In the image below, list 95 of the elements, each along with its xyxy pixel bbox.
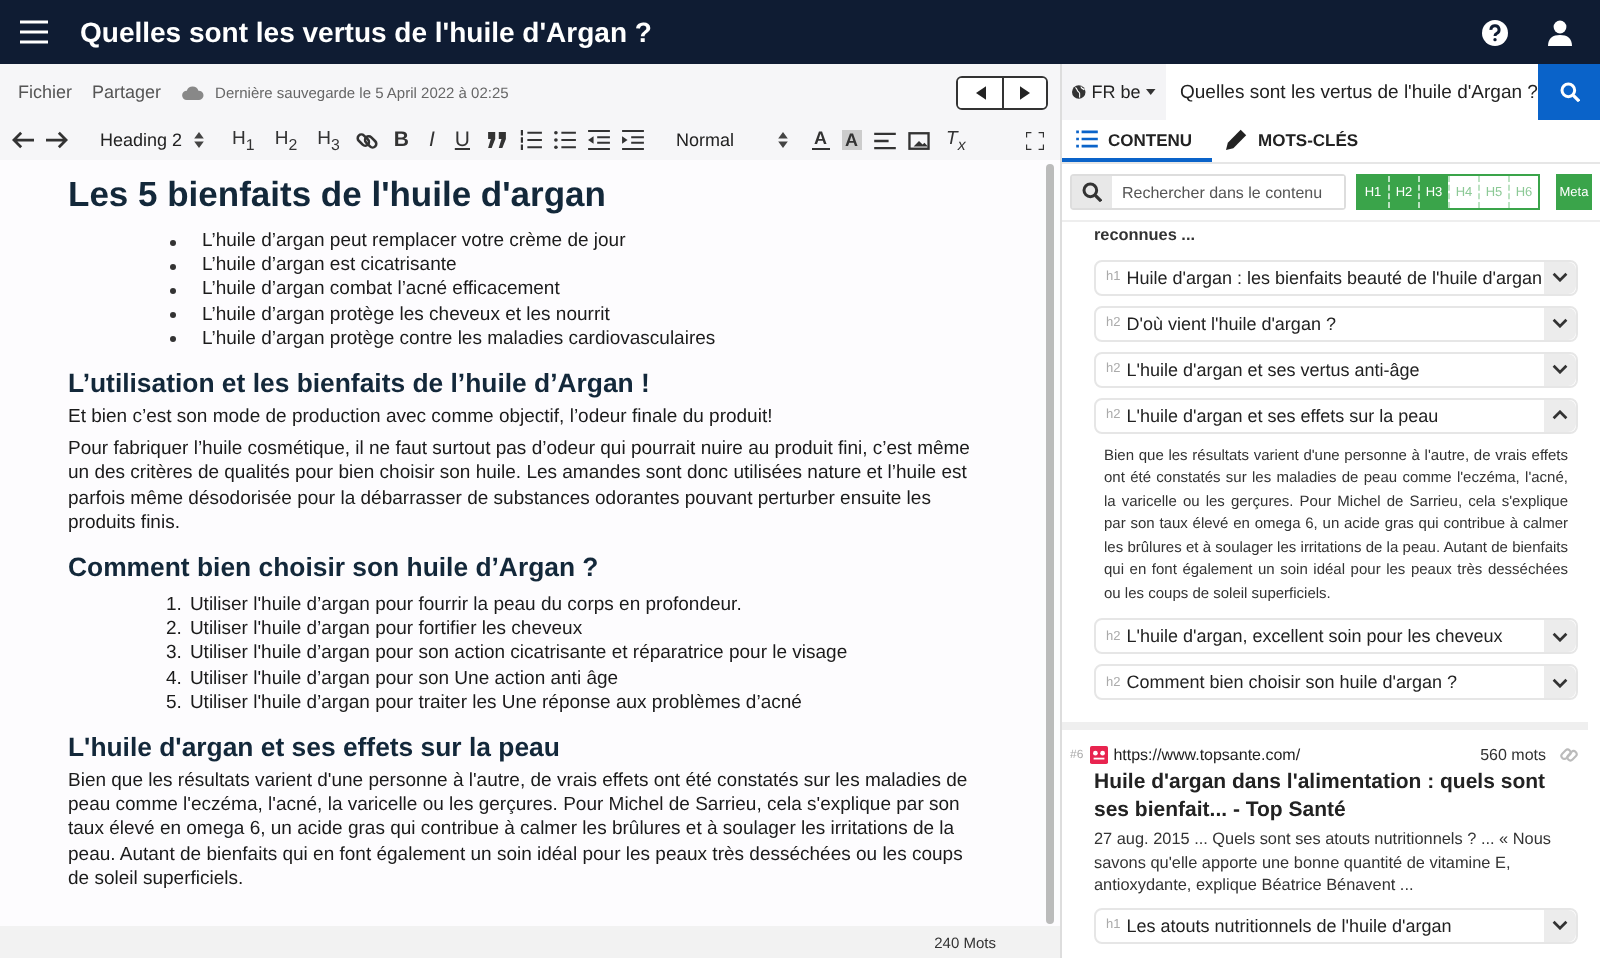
updown-icon [778,132,789,148]
caret-left-icon [975,85,985,99]
color-button[interactable]: A [812,130,830,150]
document-title: Quelles sont les vertus de l'huile d'Argan ? [80,16,652,48]
paragraph: Pour fabriquer l’huile cosmétique, il ne faut surtout pas d’odeur qui pourrait nuire au produit fini, c’est même un des critères de qualités pour bien choisir son huile. Les amandes sont donc utilisées nature et l’huile est parfois même désodorisée pour la débarrasser de substances odorantes pouvant perturber ensuite les produits finis. [68,438,972,537]
link-icon[interactable] [355,129,378,151]
result-title[interactable]: Huile d'argan dans l'alimentation : quels sont ses bienfait... - Top Santé [1094,770,1578,824]
help-icon[interactable] [1482,19,1508,45]
list-number: 2. [166,618,182,641]
list-icon [1076,130,1098,148]
bullet-icon [170,336,176,343]
search-icon [1559,82,1579,102]
list-item: Utiliser l'huile d’argan pour traiter les Une réponse aux problèmes d’acné [189,691,802,714]
format-button[interactable]: B [389,128,413,152]
indent-icon[interactable] [622,130,644,150]
next-button[interactable] [1002,77,1046,107]
list-item: Utiliser l'huile d’argan pour son Une action anti âge [189,667,619,690]
outdent-icon[interactable] [588,130,610,150]
query-field[interactable]: Quelles sont les vertus de l'huile d'Argan ? [1166,64,1538,120]
result-url[interactable]: https://www.topsante.com/ [1113,746,1301,764]
bullet-list-icon[interactable] [554,130,576,150]
list-item: L’huile d’argan protège les cheveux et les nourrit [202,303,610,328]
list-item: L’huile d’argan combat l’acné efficacement [202,278,560,304]
caret-down-icon [1146,88,1156,96]
menu-item[interactable]: Fichier [18,82,73,102]
numbered-list-icon[interactable] [520,130,542,150]
tab[interactable]: MOTS-CLÉS [1212,120,1379,162]
list-number: 4. [166,667,182,690]
heading-button[interactable]: H$_{2}$ [270,127,302,153]
list-item: Utiliser l'huile d’argan pour son action cicatrisante et réparatrice pour le visage [189,642,848,665]
heading: Comment bien choisir son huile d’Argan ? [68,552,601,585]
list-number: 5. [166,691,182,714]
paragraph: Et bien c’est son mode de production avec comme objectif, l’odeur finale du produit! [68,406,775,431]
outline-heading: Huile d'argan : les bienfaits beauté de l'huile d'argan [1126,267,1544,287]
menu-item[interactable]: Partager [92,82,162,102]
tab[interactable]: CONTENU [1062,120,1213,162]
undo-icon[interactable] [12,130,34,150]
menu-icon[interactable] [20,20,48,44]
heading-button[interactable]: H$_{3}$ [313,127,344,153]
format-button[interactable]: I [424,128,439,152]
outline-heading: L'huile d'argan et ses vertus anti-âge [1126,359,1422,379]
scrollbar-thumb[interactable] [1046,164,1054,924]
chevron-down-icon [1552,364,1568,374]
outline-heading: Comment bien choisir son huile d'argan ? [1126,672,1460,692]
list-item: L’huile d’argan est cicatrisante [202,254,457,279]
locale-select[interactable]: FR be [1062,64,1166,120]
size-select[interactable]: Normal [656,130,801,150]
outline-heading: L'huile d'argan et ses effets sur la peau [1126,405,1441,425]
list-item: Utiliser l'huile d’argan pour fourrir la peau du corps en profondeur. [189,594,742,617]
globe-icon [1072,82,1086,102]
previous-button[interactable] [958,77,1002,107]
list-item: L’huile d’argan protège contre les maladies cardiovasculaires [202,327,716,353]
list-item: Utiliser l'huile d’argan pour fortifier les cheveux [189,618,583,641]
cloud-icon [181,85,204,99]
heading-button[interactable]: H$_{1}$ [228,127,259,153]
chevron-down-icon [1552,631,1568,641]
redo-icon[interactable] [46,130,68,150]
heading: Les 5 bienfaits de l'huile d'argan [68,172,608,216]
content-search-field[interactable]: Rechercher dans le contenu [1070,174,1346,210]
updown-icon [194,132,205,148]
chevron-down-icon [1552,920,1568,930]
outline-heading: L'huile d'argan, excellent soin pour les cheveux [1126,626,1505,646]
chevron-up-icon [1552,410,1568,420]
outline-heading: Les atouts nutritionnels de l'huile d'argan [1126,915,1454,935]
result-snippet: 27 aug. 2015 ... Quels sont ses atouts nutritionnels ? ... « Nous savons qu'elle apporte une bonne quantité de vitamine E, antioxydante, explique Béatrice Bénavent ... [1094,828,1553,897]
heading: L'huile d'argan et ses effets sur la peau [68,732,562,765]
format-button[interactable]: U [450,128,474,152]
image-icon[interactable] [908,131,931,149]
paragraph: Bien que les résultats varient d'une personne à l'autre, de vrais effets ont été constatés sur les maladies de peau comme l'eczéma, l'acné, la varicelle ou les gerçures. Pour Michel de Sarrieu, cela s'explique par son taux élevé en omega 6, un acide gras qui contribue à calmer les brûlures et à soulager les irritations de la peau. Autant de bienfaits qui en font également un soin idéal pour les peaux très desséchées ou les coups de soleil superficiels. [68,770,970,893]
bullet-icon [170,239,176,246]
list-number: 3. [166,642,182,665]
chevron-down-icon [1552,272,1568,282]
bullet-icon [170,288,176,294]
outline-heading: D'où vient l'huile d'argan ? [1126,313,1338,333]
chevron-down-icon [1552,677,1568,687]
heading: L’utilisation et les bienfaits de l’huile d’Argan ! [68,368,652,401]
pencil-icon [1226,128,1249,150]
align-icon[interactable] [874,131,897,149]
clear-format-button[interactable]: T$_{x}$ [942,127,970,153]
result-snippet: reconnues ... [1094,224,1198,247]
list-item: L’huile d’argan peut remplacer votre crème de jour [202,230,626,255]
caret-right-icon [1020,85,1030,99]
bullet-icon [170,263,176,270]
result-word-count: 560 mots [1480,746,1546,764]
user-icon[interactable] [1548,19,1572,45]
heading-select[interactable]: Heading 2 [80,130,217,150]
chevron-down-icon [1552,318,1568,328]
search-icon [1082,182,1102,202]
color-button[interactable]: A [841,130,863,150]
quote-icon[interactable] [486,132,508,148]
favicon-icon [1089,746,1108,764]
fullscreen-icon[interactable] [1026,131,1044,149]
bullet-icon [170,312,176,319]
list-number: 1. [166,594,182,617]
search-button[interactable] [1538,64,1600,120]
